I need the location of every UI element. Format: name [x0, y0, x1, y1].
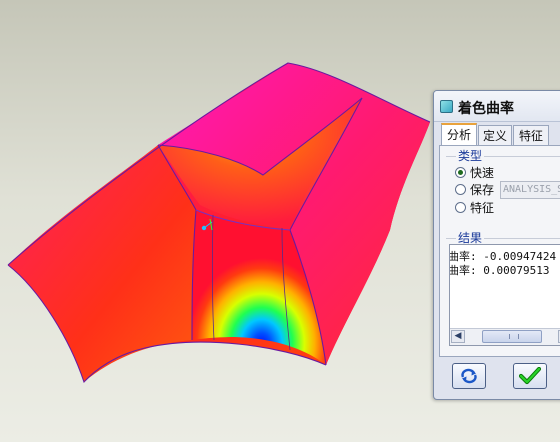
scroll-left-icon[interactable]: ◀: [451, 330, 465, 343]
scroll-thumb[interactable]: [482, 330, 542, 343]
radio-save-button[interactable]: [455, 184, 466, 195]
radio-save-label: 保存: [470, 183, 495, 197]
dialog-app-icon: [440, 100, 453, 113]
tab-analysis[interactable]: 分析: [441, 123, 477, 145]
tab-feature[interactable]: 特征: [513, 125, 549, 145]
radio-feature-label: 特征: [470, 201, 495, 215]
scroll-grip-icon: [509, 334, 519, 339]
radio-quick-button[interactable]: [455, 167, 466, 178]
radio-quick-label: 快速: [470, 166, 495, 180]
refresh-button[interactable]: [452, 363, 486, 389]
result-line-min: 最小曲率: 0.00079513: [449, 264, 550, 277]
results-list[interactable]: 最大曲率: -0.00947424 最小曲率: 0.00079513 ◀ ▶: [449, 244, 560, 346]
dialog-title: 着色曲率: [458, 101, 514, 117]
dialog-titlebar[interactable]: 着色曲率: [434, 91, 560, 122]
tab-definition[interactable]: 定义: [478, 125, 512, 145]
surface-left-patch: [8, 145, 196, 382]
ok-button[interactable]: [513, 363, 547, 389]
refresh-icon: [461, 368, 477, 384]
checkmark-icon: [519, 367, 541, 385]
results-horizontal-scrollbar[interactable]: ◀ ▶: [450, 328, 560, 345]
type-group-label: 类型: [456, 147, 485, 164]
radio-feature-button[interactable]: [455, 202, 466, 213]
analysis-name-field[interactable]: ANALYSIS_S: [500, 181, 560, 199]
